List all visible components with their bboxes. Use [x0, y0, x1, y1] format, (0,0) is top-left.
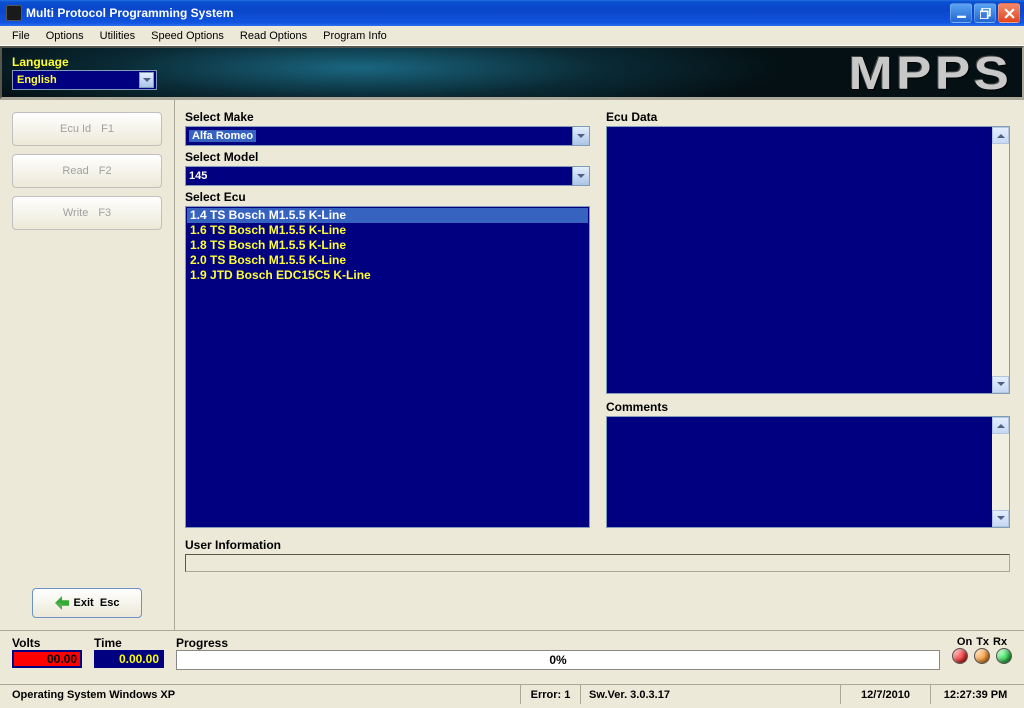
- status-os: Operating System Windows XP: [4, 685, 520, 704]
- progress-label: Progress: [176, 636, 940, 650]
- status-clock: 12:27:39 PM: [930, 685, 1020, 704]
- chevron-down-icon: [572, 167, 589, 185]
- exit-icon: [55, 596, 69, 610]
- status-error: Error: 1: [520, 685, 580, 704]
- chevron-down-icon: [572, 127, 589, 145]
- ecu-data-box: [606, 126, 1010, 394]
- scroll-down-icon[interactable]: [992, 510, 1009, 527]
- ecu-data-label: Ecu Data: [606, 110, 1010, 124]
- list-item[interactable]: 1.8 TS Bosch M1.5.5 K-Line: [187, 238, 588, 253]
- volts-label: Volts: [12, 636, 82, 650]
- led-tx-label: Tx: [976, 636, 989, 648]
- list-item[interactable]: 2.0 TS Bosch M1.5.5 K-Line: [187, 253, 588, 268]
- ecu-listbox[interactable]: 1.4 TS Bosch M1.5.5 K-Line 1.6 TS Bosch …: [185, 206, 590, 528]
- list-item[interactable]: 1.4 TS Bosch M1.5.5 K-Line: [187, 208, 588, 223]
- progress-bar: 0%: [176, 650, 940, 670]
- window-title: Multi Protocol Programming System: [26, 6, 233, 20]
- make-select[interactable]: Alfa Romeo: [185, 126, 590, 146]
- ecu-id-button[interactable]: Ecu IdF1: [12, 112, 162, 146]
- scroll-up-icon[interactable]: [992, 417, 1009, 434]
- write-button[interactable]: WriteF3: [12, 196, 162, 230]
- list-item[interactable]: 1.6 TS Bosch M1.5.5 K-Line: [187, 223, 588, 238]
- led-rx: [996, 648, 1012, 664]
- led-on: [952, 648, 968, 664]
- minimize-button[interactable]: [950, 3, 972, 23]
- select-make-label: Select Make: [185, 110, 590, 124]
- chevron-down-icon: [139, 72, 154, 88]
- volts-value: 00.00: [12, 650, 82, 668]
- scrollbar[interactable]: [992, 127, 1009, 393]
- menubar: File Options Utilities Speed Options Rea…: [0, 26, 1024, 46]
- read-button[interactable]: ReadF2: [12, 154, 162, 188]
- statusbar: Operating System Windows XP Error: 1 Sw.…: [0, 684, 1024, 704]
- scroll-down-icon[interactable]: [992, 376, 1009, 393]
- menu-options[interactable]: Options: [38, 28, 92, 44]
- menu-read-options[interactable]: Read Options: [232, 28, 315, 44]
- window-titlebar: Multi Protocol Programming System: [0, 0, 1024, 26]
- language-select[interactable]: English: [12, 70, 157, 90]
- restore-button[interactable]: [974, 3, 996, 23]
- app-icon: [6, 5, 22, 21]
- menu-program-info[interactable]: Program Info: [315, 28, 395, 44]
- close-button[interactable]: [998, 3, 1020, 23]
- progress-value: 0%: [549, 653, 566, 667]
- select-ecu-label: Select Ecu: [185, 190, 590, 204]
- language-label: Language: [12, 55, 157, 69]
- header-banner: Language English MPPS: [0, 46, 1024, 99]
- led-tx: [974, 648, 990, 664]
- led-on-label: On: [957, 636, 972, 648]
- sidebar: Ecu IdF1 ReadF2 WriteF3 Exit Esc: [0, 100, 175, 630]
- select-model-label: Select Model: [185, 150, 590, 164]
- led-rx-label: Rx: [993, 636, 1007, 648]
- exit-button[interactable]: Exit Esc: [32, 588, 142, 618]
- menu-utilities[interactable]: Utilities: [92, 28, 143, 44]
- time-value: 0.00.00: [94, 650, 164, 668]
- comments-label: Comments: [606, 400, 1010, 414]
- time-label: Time: [94, 636, 164, 650]
- user-info-box: [185, 554, 1010, 572]
- comments-box: [606, 416, 1010, 528]
- make-value: Alfa Romeo: [189, 130, 256, 142]
- scrollbar[interactable]: [992, 417, 1009, 527]
- status-date: 12/7/2010: [840, 685, 930, 704]
- menu-file[interactable]: File: [4, 28, 38, 44]
- status-strip: Volts 00.00 Time 0.00.00 Progress 0% On …: [0, 630, 1024, 684]
- scroll-up-icon[interactable]: [992, 127, 1009, 144]
- model-value: 145: [189, 170, 207, 182]
- user-info-label: User Information: [185, 538, 1010, 552]
- model-select[interactable]: 145: [185, 166, 590, 186]
- list-item[interactable]: 1.9 JTD Bosch EDC15C5 K-Line: [187, 268, 588, 283]
- brand-logo: MPPS: [848, 46, 1012, 99]
- status-version: Sw.Ver. 3.0.3.17: [580, 685, 840, 704]
- menu-speed-options[interactable]: Speed Options: [143, 28, 232, 44]
- language-value: English: [17, 74, 57, 86]
